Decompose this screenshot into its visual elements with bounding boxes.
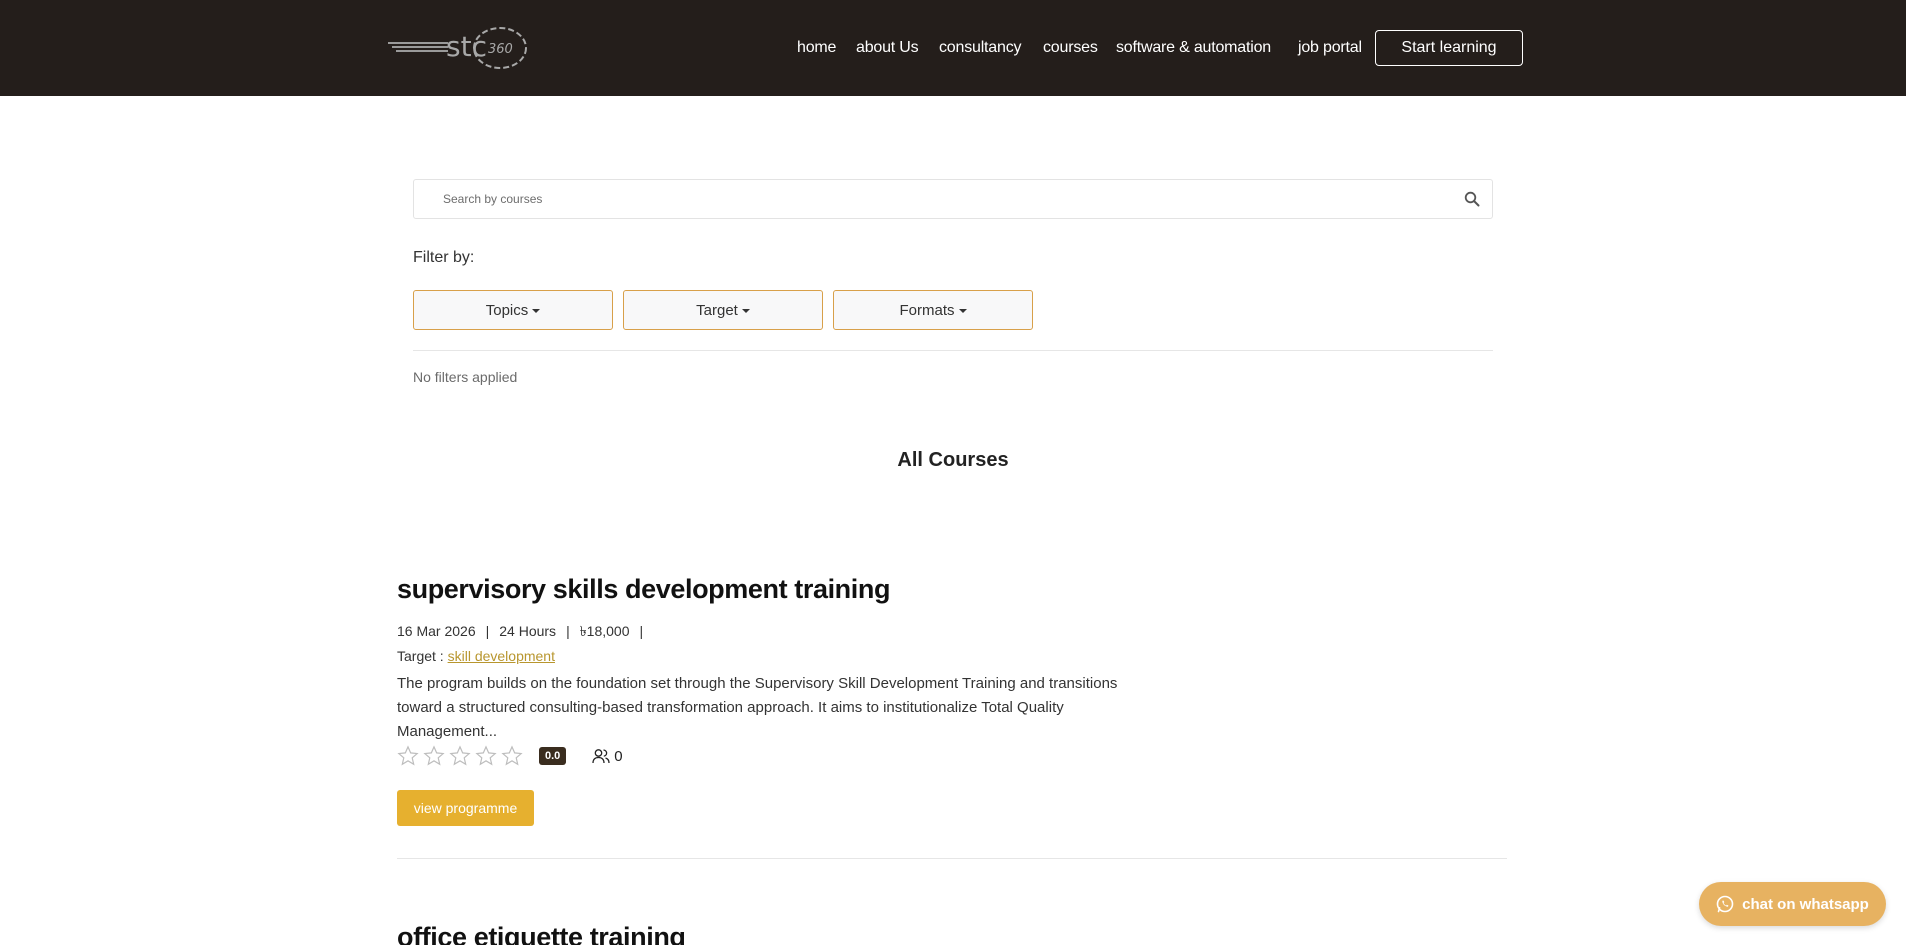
formats-filter-label: Formats xyxy=(899,301,955,319)
search-icon[interactable] xyxy=(1464,191,1480,207)
course-duration: 24 Hours xyxy=(499,623,557,639)
stc360-logo[interactable]: stc 360 xyxy=(388,24,530,72)
course-meta: 16 Mar 2026 | 24 Hours | ৳18,000 | xyxy=(397,623,644,639)
star-empty-icon xyxy=(449,745,471,766)
caret-down-icon xyxy=(958,309,967,313)
filter-status: No filters applied xyxy=(413,369,518,385)
learners-value: 0 xyxy=(614,747,623,765)
nav-home[interactable]: home xyxy=(797,30,836,66)
course-rating: 0.0 0 xyxy=(397,744,623,768)
search-input[interactable] xyxy=(443,180,1423,218)
start-learning-button[interactable]: Start learning xyxy=(1375,30,1523,66)
whatsapp-label: chat on whatsapp xyxy=(1742,895,1869,913)
target-filter-label: Target xyxy=(696,301,738,319)
nav-software-automation[interactable]: software & automation xyxy=(1116,30,1271,66)
caret-down-icon xyxy=(741,309,750,313)
course-price: ৳18,000 xyxy=(579,623,630,639)
nav-about-us[interactable]: about Us xyxy=(856,30,919,66)
star-empty-icon xyxy=(475,745,497,766)
nav-job-portal[interactable]: job portal xyxy=(1298,30,1362,66)
learners-count: 0 xyxy=(592,747,623,765)
topics-filter-label: Topics xyxy=(485,301,529,319)
view-programme-button[interactable]: view programme xyxy=(397,790,534,826)
course-title[interactable]: supervisory skills development training xyxy=(397,574,890,605)
course-title[interactable]: office etiquette training xyxy=(397,922,686,945)
target-label: Target : xyxy=(397,648,444,664)
filter-divider xyxy=(413,350,1493,351)
star-empty-icon xyxy=(501,745,523,766)
nav-courses[interactable]: courses xyxy=(1043,30,1098,66)
users-icon xyxy=(592,749,610,764)
target-link[interactable]: skill development xyxy=(448,648,555,664)
svg-text:stc: stc xyxy=(446,30,487,63)
formats-filter-button[interactable]: Formats xyxy=(833,290,1033,330)
target-filter-button[interactable]: Target xyxy=(623,290,823,330)
course-date: 16 Mar 2026 xyxy=(397,623,476,639)
whatsapp-chat-button[interactable]: chat on whatsapp xyxy=(1699,882,1886,926)
svg-text:360: 360 xyxy=(488,42,513,57)
course-target: Target : skill development xyxy=(397,648,555,664)
nav-consultancy[interactable]: consultancy xyxy=(939,30,1021,66)
course-divider xyxy=(397,858,1507,859)
topics-filter-button[interactable]: Topics xyxy=(413,290,613,330)
whatsapp-icon xyxy=(1716,895,1734,913)
star-empty-icon xyxy=(397,745,419,766)
caret-down-icon xyxy=(532,309,541,313)
course-description: The program builds on the foundation set… xyxy=(397,675,1118,740)
course-search-bar xyxy=(413,179,1493,219)
star-empty-icon xyxy=(423,745,445,766)
site-header: stc 360 home about Us consultancy course… xyxy=(0,0,1906,96)
rating-badge: 0.0 xyxy=(539,747,567,765)
filter-label: Filter by: xyxy=(413,249,475,266)
section-title: All Courses xyxy=(897,449,1009,471)
